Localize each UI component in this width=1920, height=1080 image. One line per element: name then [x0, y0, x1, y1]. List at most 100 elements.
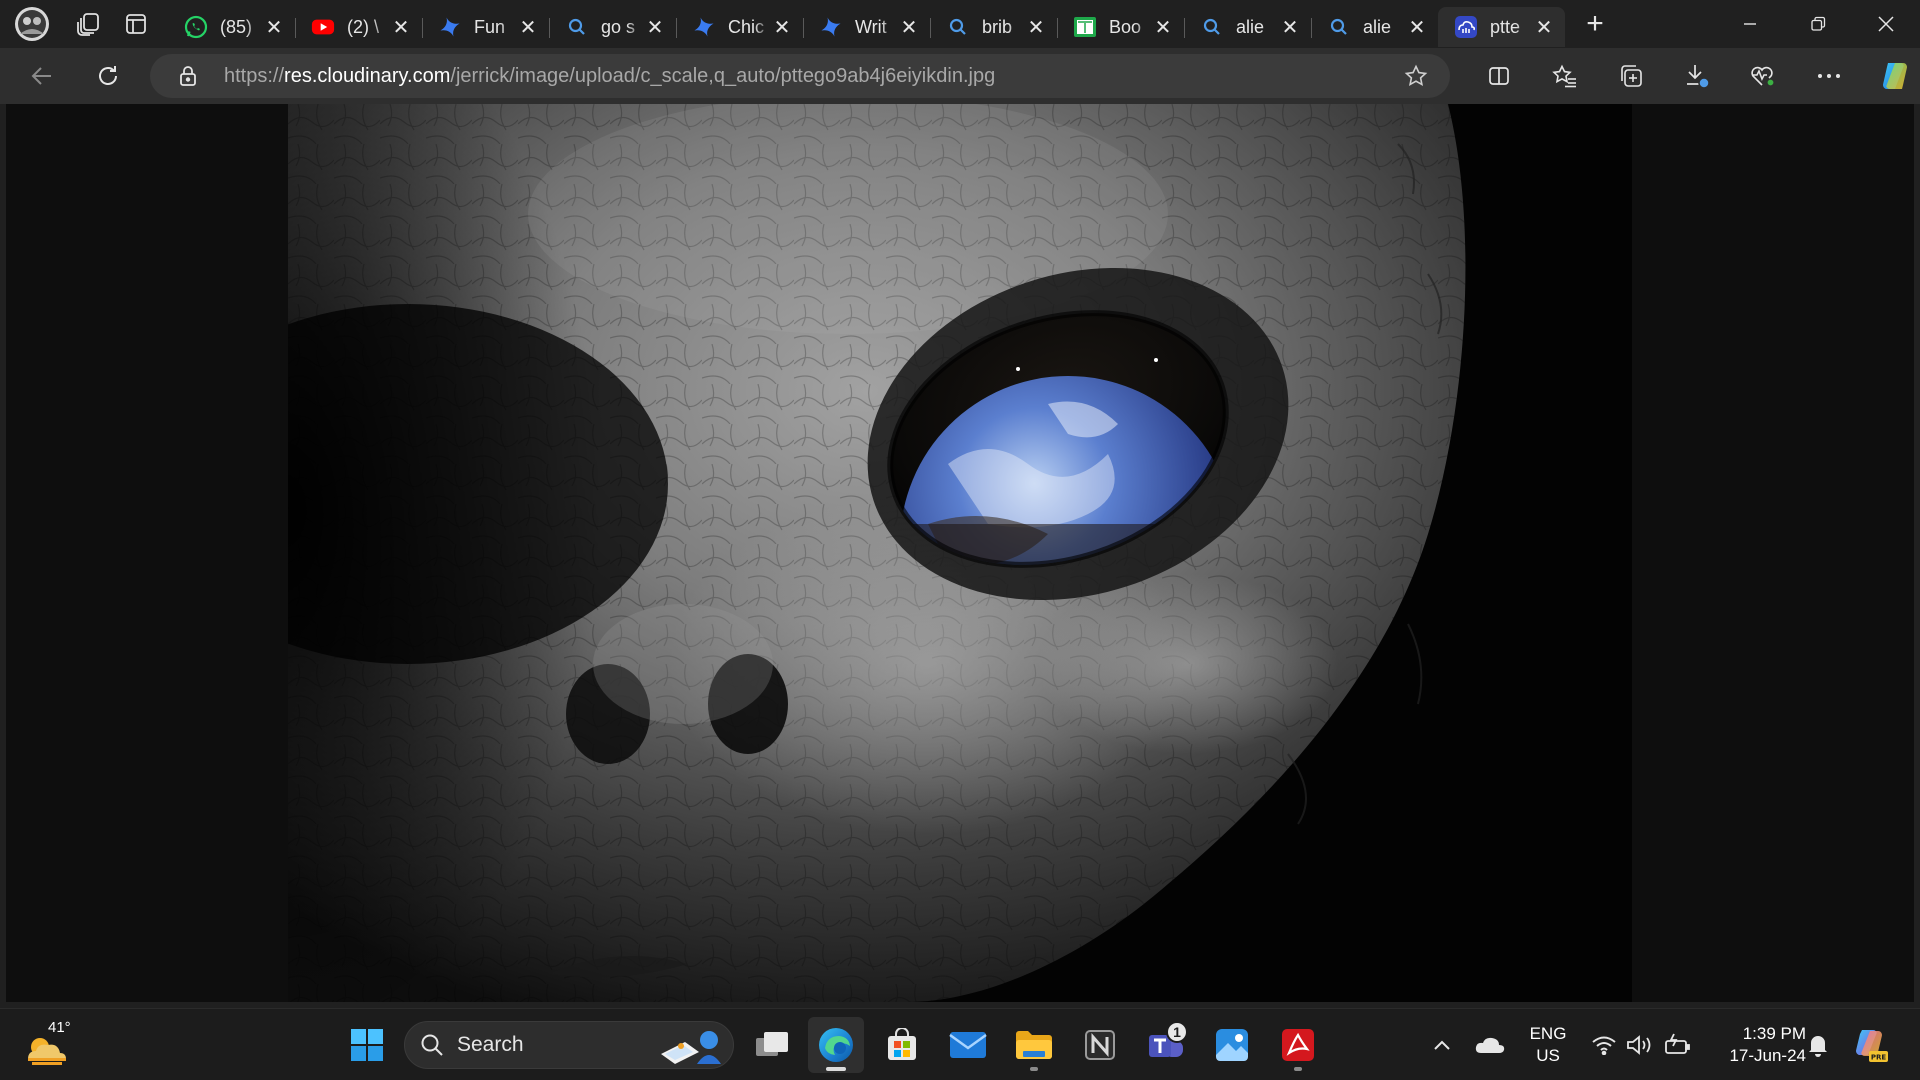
- close-tab-icon[interactable]: ✕: [390, 16, 412, 39]
- star-spark-icon: [819, 15, 843, 39]
- bell-icon: [1809, 1036, 1827, 1057]
- youtube-icon: [311, 15, 335, 39]
- close-tab-icon[interactable]: ✕: [517, 16, 539, 39]
- browser-tab[interactable]: alie ✕: [1311, 7, 1438, 47]
- close-tab-icon[interactable]: ✕: [1406, 16, 1428, 39]
- taskbar-file-explorer[interactable]: [1006, 1017, 1062, 1073]
- input-language-indicator[interactable]: ENG US: [1524, 1023, 1572, 1067]
- search-highlight-illustration-icon: [661, 1031, 721, 1064]
- taskbar-edge[interactable]: [808, 1017, 864, 1073]
- lock-icon: [180, 66, 196, 86]
- browser-tab[interactable]: (85) ✕: [168, 7, 295, 47]
- close-tab-icon[interactable]: ✕: [771, 16, 793, 39]
- tab-title: Writ: [855, 16, 887, 37]
- tab-title: brib: [982, 16, 1013, 37]
- browser-tab[interactable]: Fun ✕: [422, 7, 549, 47]
- taskbar-microsoft-store[interactable]: [874, 1017, 930, 1073]
- browser-tab[interactable]: Boo ✕: [1057, 7, 1184, 47]
- windows-taskbar: 41° Search 1 ENG US 1:39 PM 17-Jun-24 PR…: [0, 1008, 1920, 1080]
- page-viewport: [6, 104, 1914, 1002]
- browser-tab[interactable]: (2) \ ✕: [295, 7, 422, 47]
- browser-tab[interactable]: go s ✕: [549, 7, 676, 47]
- task-view-button[interactable]: [744, 1017, 800, 1073]
- browser-tab[interactable]: brib ✕: [930, 7, 1057, 47]
- minimize-button[interactable]: [1716, 0, 1784, 48]
- taskbar-acrobat[interactable]: [1270, 1017, 1326, 1073]
- battery-tray[interactable]: [1658, 1027, 1694, 1063]
- browser-essentials-button[interactable]: [1730, 48, 1796, 104]
- close-tab-icon[interactable]: ✕: [1152, 16, 1174, 39]
- site-info-button[interactable]: [166, 54, 210, 98]
- add-favorite-button[interactable]: [1394, 54, 1438, 98]
- toolbar-actions: [1466, 48, 1920, 104]
- close-icon: [1878, 16, 1894, 32]
- search-icon: [1327, 15, 1351, 39]
- workspaces-button[interactable]: [64, 0, 112, 48]
- restore-button[interactable]: [1784, 0, 1852, 48]
- back-button[interactable]: [14, 48, 70, 104]
- browser-tab[interactable]: alie ✕: [1184, 7, 1311, 47]
- close-window-button[interactable]: [1852, 0, 1920, 48]
- tab-list: (85) ✕ (2) \ ✕ Fun ✕ go s ✕ Chic ✕ Writ ✕ brib ✕ Boo ✕ a…: [168, 0, 1565, 48]
- favorites-button[interactable]: [1532, 48, 1598, 104]
- split-screen-button[interactable]: [1466, 48, 1532, 104]
- search-icon: [565, 15, 589, 39]
- copilot-pre-icon: PRE: [1856, 1030, 1888, 1062]
- svg-text:PRE: PRE: [1871, 1054, 1887, 1062]
- settings-more-button[interactable]: [1796, 48, 1862, 104]
- weather-temperature: 41°: [48, 1019, 71, 1036]
- start-button[interactable]: [339, 1017, 395, 1073]
- running-indicator: [826, 1067, 846, 1071]
- browser-tab[interactable]: Chic ✕: [676, 7, 803, 47]
- battery-charging-icon: [1665, 1033, 1690, 1054]
- close-tab-icon[interactable]: ✕: [1279, 16, 1301, 39]
- copilot-icon: [1883, 63, 1907, 89]
- cloud-icon: [1475, 1037, 1505, 1053]
- weather-widget[interactable]: 41°: [20, 1017, 80, 1073]
- volume-tray[interactable]: [1622, 1027, 1658, 1063]
- tab-strip: (85) ✕ (2) \ ✕ Fun ✕ go s ✕ Chic ✕ Writ ✕ brib ✕ Boo ✕ a…: [0, 0, 1920, 48]
- close-tab-icon[interactable]: ✕: [898, 16, 920, 39]
- collections-button[interactable]: [1598, 48, 1664, 104]
- photos-icon: [1216, 1029, 1248, 1061]
- star-spark-icon: [438, 15, 462, 39]
- new-tab-button[interactable]: +: [1565, 0, 1625, 48]
- region-code: US: [1536, 1046, 1560, 1065]
- close-tab-icon[interactable]: ✕: [1025, 16, 1047, 39]
- language-code: ENG: [1529, 1024, 1567, 1043]
- system-clock[interactable]: 1:39 PM 17-Jun-24: [1706, 1023, 1806, 1067]
- close-tab-icon[interactable]: ✕: [1533, 16, 1555, 39]
- show-hidden-icons-button[interactable]: [1424, 1027, 1460, 1063]
- star-outline-icon: [1404, 64, 1428, 87]
- wifi-tray[interactable]: [1586, 1027, 1622, 1063]
- address-bar[interactable]: https://res.cloudinary.com/jerrick/image…: [150, 54, 1450, 98]
- taskbar-notion[interactable]: [1072, 1017, 1128, 1073]
- tab-title: ptte: [1490, 16, 1521, 37]
- refresh-button[interactable]: [80, 48, 136, 104]
- url-host: res.cloudinary.com: [284, 64, 451, 87]
- tab-title: Boo: [1109, 16, 1142, 37]
- browser-tab[interactable]: ptte ✕: [1438, 7, 1565, 47]
- profile-button[interactable]: [0, 0, 64, 48]
- refresh-icon: [99, 66, 117, 85]
- downloads-button[interactable]: [1664, 48, 1730, 104]
- taskbar-mail[interactable]: [940, 1017, 996, 1073]
- tab-actions-button[interactable]: [112, 0, 160, 48]
- tab-title: Fun: [474, 16, 506, 37]
- taskbar-photos[interactable]: [1204, 1017, 1260, 1073]
- close-tab-icon[interactable]: ✕: [644, 16, 666, 39]
- onedrive-tray[interactable]: [1472, 1027, 1508, 1063]
- search-icon: [946, 15, 970, 39]
- taskbar-teams[interactable]: 1: [1138, 1017, 1194, 1073]
- copilot-taskbar-button[interactable]: PRE: [1852, 1027, 1888, 1063]
- more-dots-icon: [1818, 74, 1840, 78]
- close-tab-icon[interactable]: ✕: [263, 16, 285, 39]
- clock-date: 17-Jun-24: [1729, 1046, 1806, 1065]
- browser-tab[interactable]: Writ ✕: [803, 7, 930, 47]
- taskbar-search[interactable]: Search: [404, 1021, 734, 1069]
- profile-avatar-icon: [15, 7, 49, 41]
- tab-title: (85): [220, 16, 253, 37]
- copilot-button[interactable]: [1862, 48, 1920, 104]
- notifications-button[interactable]: [1800, 1027, 1836, 1063]
- microsoft-store-icon: [888, 1028, 916, 1060]
